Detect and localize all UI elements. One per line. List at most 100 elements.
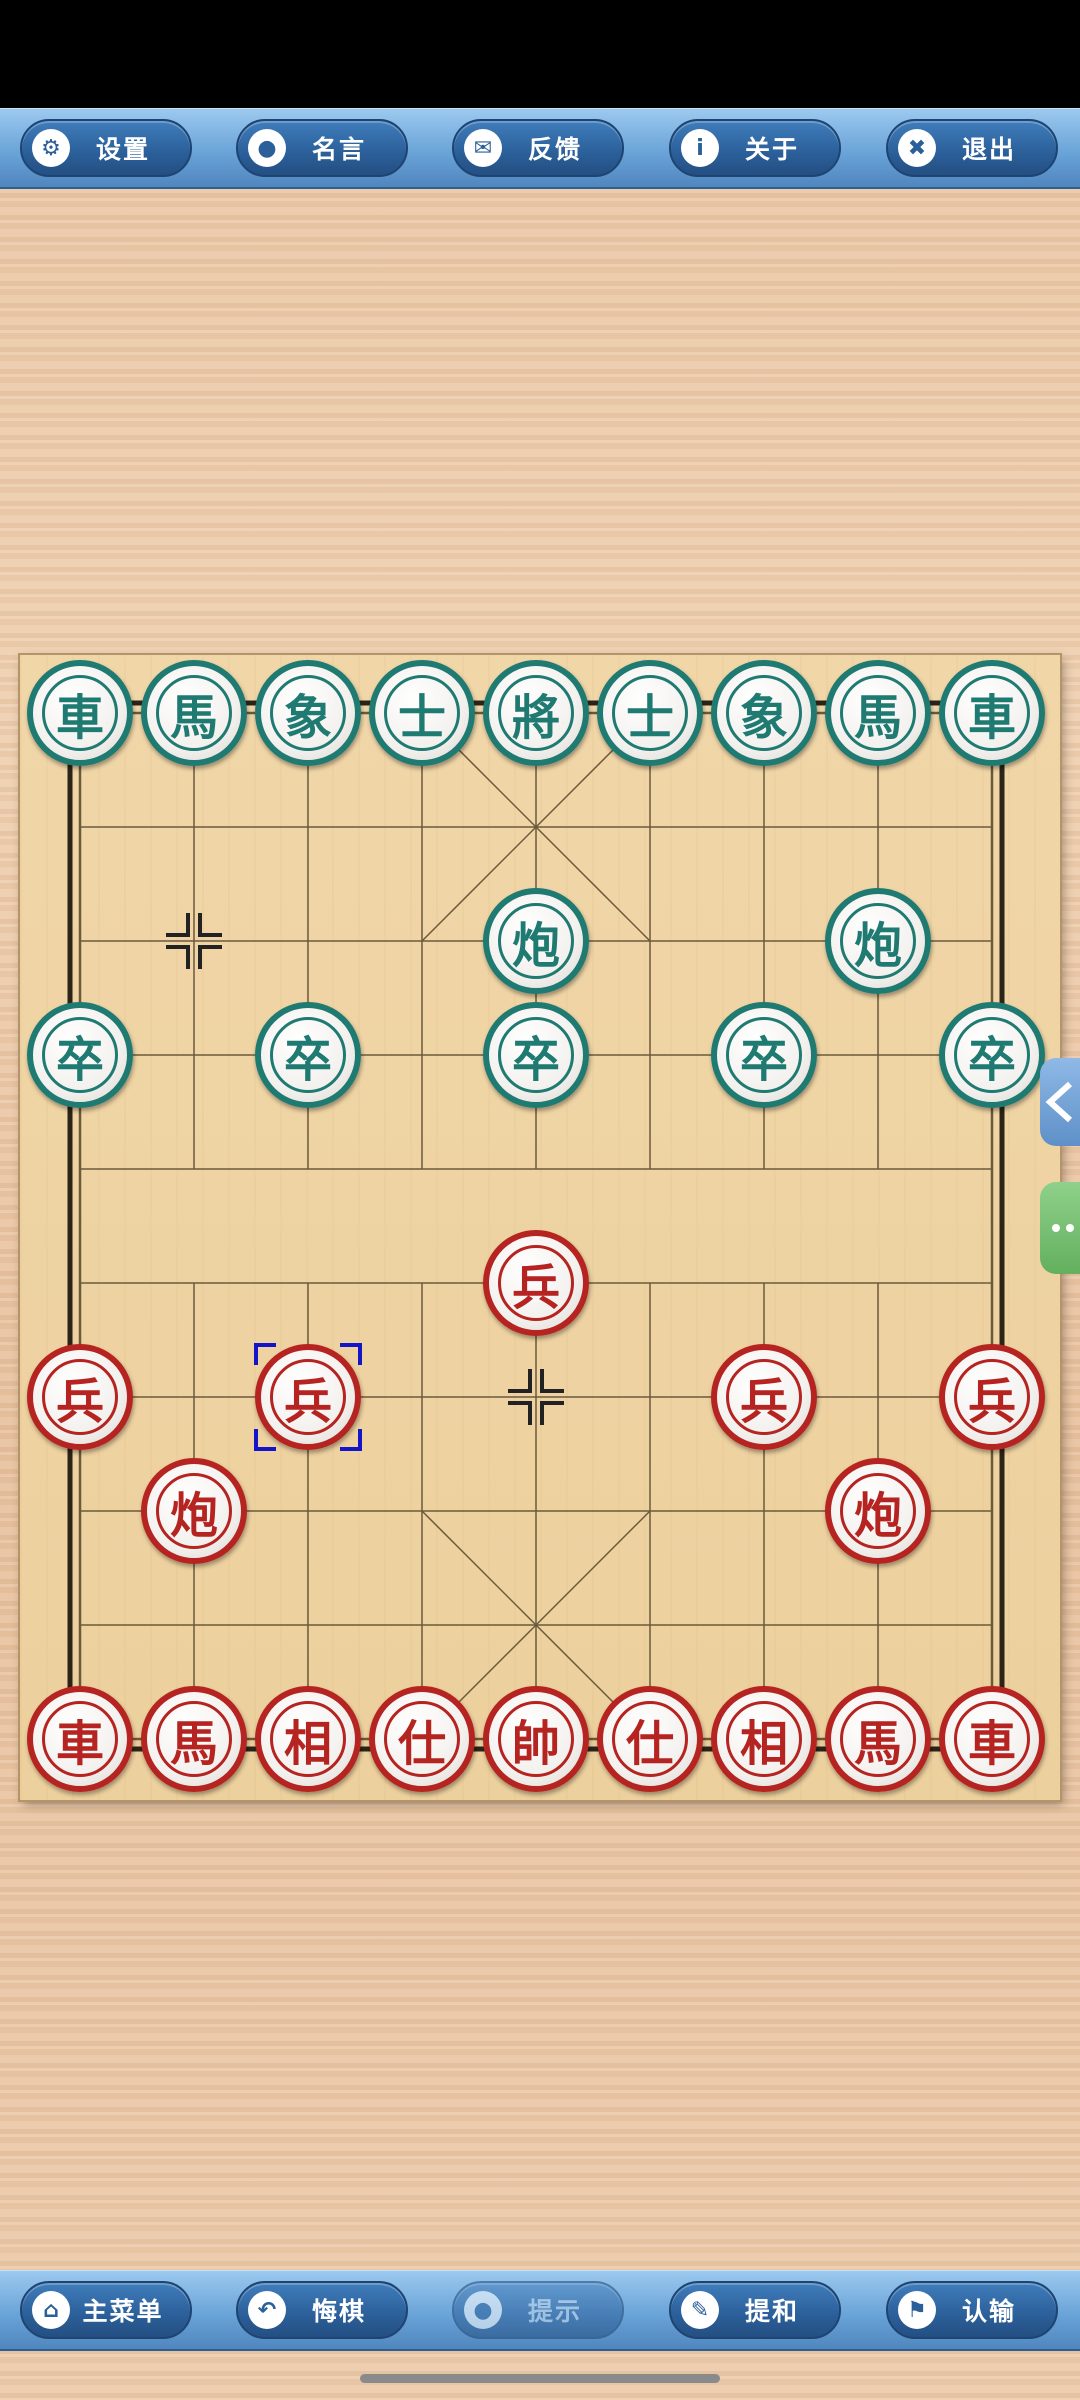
black-piece[interactable]: 卒 — [939, 1002, 1045, 1108]
piece-label: 車 — [55, 690, 104, 746]
bottom-button-1[interactable]: ↶ 悔棋 — [236, 2281, 408, 2339]
hint-icon: ● — [464, 2291, 502, 2329]
black-piece[interactable]: 車 — [939, 660, 1045, 766]
red-piece[interactable]: 炮 — [825, 1458, 931, 1564]
pencil-icon: ✎ — [681, 2291, 719, 2329]
piece-label: 兵 — [967, 1374, 1016, 1430]
envelope-icon: ✉ — [464, 129, 502, 167]
piece-label: 卒 — [967, 1032, 1016, 1088]
piece-label: 象 — [739, 690, 788, 746]
red-piece[interactable]: 仕 — [597, 1686, 703, 1792]
black-piece[interactable]: 馬 — [141, 660, 247, 766]
close-icon: ✖ — [898, 129, 936, 167]
piece-label: 馬 — [169, 690, 218, 746]
top-button-label: 设置 — [95, 135, 150, 164]
red-piece[interactable]: 兵 — [483, 1230, 589, 1336]
piece-label: 卒 — [283, 1032, 332, 1088]
chevron-left-icon — [1045, 1081, 1073, 1123]
board-grid — [67, 700, 1005, 1752]
red-piece[interactable]: 仕 — [369, 1686, 475, 1792]
undo-icon: ↶ — [248, 2291, 286, 2329]
black-piece[interactable]: 士 — [369, 660, 475, 766]
bottom-button-4[interactable]: ⚑ 认输 — [886, 2281, 1058, 2339]
red-piece[interactable]: 兵 — [939, 1344, 1045, 1450]
piece-label: 車 — [55, 1716, 104, 1772]
black-piece[interactable]: 炮 — [483, 888, 589, 994]
piece-label: 馬 — [169, 1716, 218, 1772]
top-button-3[interactable]: i 关于 — [669, 119, 841, 177]
info-icon: i — [681, 129, 719, 167]
black-piece[interactable]: 卒 — [255, 1002, 361, 1108]
piece-label: 兵 — [739, 1374, 788, 1430]
black-piece[interactable]: 卒 — [483, 1002, 589, 1108]
piece-label: 兵 — [55, 1374, 104, 1430]
top-button-4[interactable]: ✖ 退出 — [886, 119, 1058, 177]
side-tab-arrow[interactable] — [1040, 1058, 1080, 1146]
bottom-button-2: ● 提示 — [452, 2281, 624, 2339]
red-piece[interactable]: 兵 — [711, 1344, 817, 1450]
bottom-button-label: 主菜单 — [82, 2297, 164, 2326]
piece-label: 炮 — [853, 1488, 902, 1544]
piece-label: 卒 — [511, 1032, 560, 1088]
red-piece[interactable]: 相 — [711, 1686, 817, 1792]
bottom-button-0[interactable]: ⌂ 主菜单 — [20, 2281, 192, 2339]
home-icon: ⌂ — [32, 2291, 70, 2329]
piece-label: 士 — [625, 690, 674, 746]
black-piece[interactable]: 象 — [255, 660, 361, 766]
piece-label: 炮 — [853, 918, 902, 974]
bottom-button-label: 悔棋 — [311, 2297, 366, 2326]
piece-label: 兵 — [283, 1374, 332, 1430]
red-piece[interactable]: 車 — [27, 1686, 133, 1792]
bottom-button-label: 认输 — [961, 2297, 1016, 2326]
piece-label: 將 — [511, 690, 560, 746]
piece-label: 卒 — [55, 1032, 104, 1088]
red-piece[interactable]: 馬 — [141, 1686, 247, 1792]
top-button-label: 名言 — [311, 135, 366, 164]
piece-label: 馬 — [853, 1716, 902, 1772]
red-piece[interactable]: 馬 — [825, 1686, 931, 1792]
bottom-button-label: 提和 — [744, 2297, 799, 2326]
black-piece[interactable]: 卒 — [711, 1002, 817, 1108]
black-piece[interactable]: 車 — [27, 660, 133, 766]
gear-icon: ⚙ — [32, 129, 70, 167]
bottom-button-3[interactable]: ✎ 提和 — [669, 2281, 841, 2339]
piece-label: 帥 — [511, 1716, 560, 1772]
black-piece[interactable]: 馬 — [825, 660, 931, 766]
top-toolbar: ⚙ 设置 ● 名言 ✉ 反馈 i 关于 ✖ 退出 — [0, 108, 1080, 189]
red-piece[interactable]: 相 — [255, 1686, 361, 1792]
top-button-label: 关于 — [744, 135, 799, 164]
piece-label: 相 — [283, 1716, 332, 1772]
red-piece[interactable]: 兵 — [255, 1344, 361, 1450]
red-piece[interactable]: 兵 — [27, 1344, 133, 1450]
piece-label: 炮 — [169, 1488, 218, 1544]
black-piece[interactable]: 炮 — [825, 888, 931, 994]
black-piece[interactable]: 象 — [711, 660, 817, 766]
piece-label: 車 — [967, 1716, 1016, 1772]
piece-label: 仕 — [625, 1716, 674, 1772]
bottom-toolbar: ⌂ 主菜单 ↶ 悔棋 ● 提示 ✎ 提和 ⚑ 认输 — [0, 2270, 1080, 2351]
black-piece[interactable]: 卒 — [27, 1002, 133, 1108]
piece-label: 卒 — [739, 1032, 788, 1088]
top-button-0[interactable]: ⚙ 设置 — [20, 119, 192, 177]
xiangqi-board[interactable]: 車馬象士將士象馬車炮炮卒卒卒卒卒兵兵兵兵兵炮炮車馬相仕帥仕相馬車 — [20, 655, 1060, 1800]
piece-label: 象 — [283, 690, 332, 746]
side-tab-more[interactable] — [1040, 1182, 1080, 1274]
piece-label: 兵 — [511, 1260, 560, 1316]
top-button-label: 反馈 — [527, 135, 582, 164]
bottom-button-label: 提示 — [527, 2297, 582, 2326]
piece-label: 炮 — [511, 918, 560, 974]
status-bar — [0, 0, 1080, 108]
red-piece[interactable]: 車 — [939, 1686, 1045, 1792]
flag-icon: ⚑ — [898, 2291, 936, 2329]
piece-label: 相 — [739, 1716, 788, 1772]
red-piece[interactable]: 炮 — [141, 1458, 247, 1564]
top-button-2[interactable]: ✉ 反馈 — [452, 119, 624, 177]
home-indicator[interactable] — [360, 2374, 720, 2383]
red-piece[interactable]: 帥 — [483, 1686, 589, 1792]
black-piece[interactable]: 將 — [483, 660, 589, 766]
piece-label: 馬 — [853, 690, 902, 746]
speech-bubble-icon: ● — [248, 129, 286, 167]
more-dots-icon — [1052, 1224, 1074, 1232]
black-piece[interactable]: 士 — [597, 660, 703, 766]
top-button-1[interactable]: ● 名言 — [236, 119, 408, 177]
